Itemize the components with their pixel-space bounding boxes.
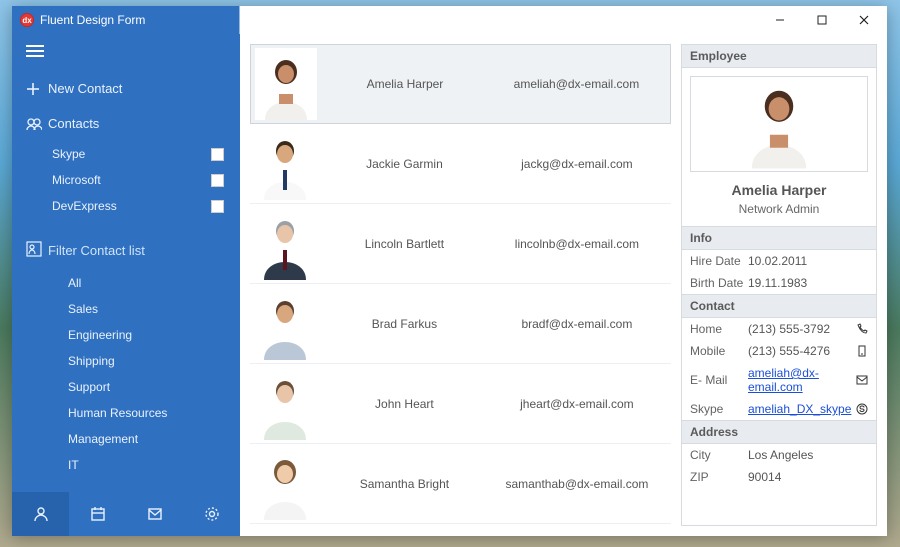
contact-name: Amelia Harper [327,77,483,91]
contact-row[interactable]: Lincoln Bartlett lincolnb@dx-email.com [250,204,671,284]
contact-row[interactable]: Jackie Garmin jackg@dx-email.com [250,124,671,204]
contact-name: Lincoln Bartlett [326,237,483,251]
phone-icon[interactable] [852,323,868,335]
detail-header-contact: Contact [682,294,876,318]
contact-name: John Heart [326,397,483,411]
email-link[interactable]: ameliah@dx-email.com [748,366,819,394]
nav-mail-button[interactable] [126,492,183,536]
mobile-value: (213) 555-4276 [748,344,852,358]
detail-header-address: Address [682,420,876,444]
email-label: E- Mail [690,373,748,387]
nav-calendar-button[interactable] [69,492,126,536]
mobile-icon[interactable] [852,345,868,357]
contact-name: Samantha Bright [326,477,483,491]
titlebar[interactable]: dx Fluent Design Form [12,6,887,34]
avatar [254,448,316,520]
contacts-label: Contacts [48,116,99,131]
sidebar-tag-devexpress[interactable]: DevExpress [12,193,240,219]
avatar [255,48,317,120]
sidebar-tag-label: Microsoft [52,173,101,187]
filter-item-support[interactable]: Support [12,374,240,400]
city-label: City [690,448,748,462]
mobile-label: Mobile [690,344,748,358]
hire-date-value: 10.02.2011 [748,254,868,268]
nav-settings-button[interactable] [183,492,240,536]
home-label: Home [690,322,748,336]
contact-email: jackg@dx-email.com [483,157,671,171]
plus-icon [26,82,48,96]
avatar [254,128,316,200]
birth-date-label: Birth Date [690,276,748,290]
window-minimize-button[interactable] [759,6,801,34]
contact-email: jheart@dx-email.com [483,397,671,411]
sidebar-tag-skype[interactable]: Skype [12,141,240,167]
window-close-button[interactable] [843,6,885,34]
checkbox[interactable] [211,174,224,187]
detail-role: Network Admin [682,202,876,216]
nav-contacts-button[interactable] [12,492,69,536]
skype-label: Skype [690,402,748,416]
mail-icon[interactable] [852,374,868,386]
hamburger-button[interactable] [12,34,240,71]
hamburger-icon [26,44,44,61]
sidebar-tag-label: Skype [52,147,85,161]
new-contact-label: New Contact [48,81,122,96]
contact-row[interactable]: John Heart jheart@dx-email.com [250,364,671,444]
detail-photo [690,76,868,172]
checkbox[interactable] [211,200,224,213]
contact-email: lincolnb@dx-email.com [483,237,671,251]
avatar [254,208,316,280]
contacts-icon [26,117,48,131]
detail-header-info: Info [682,226,876,250]
filter-section[interactable]: Filter Contact list [12,231,240,270]
contact-name: Jackie Garmin [326,157,483,171]
contact-row[interactable]: Samantha Bright samanthab@dx-email.com [250,444,671,524]
contacts-section[interactable]: Contacts [12,106,240,141]
city-value: Los Angeles [748,448,868,462]
filter-item-all[interactable]: All [12,270,240,296]
birth-date-value: 19.11.1983 [748,276,868,290]
filter-label: Filter Contact list [48,243,145,258]
contact-email: bradf@dx-email.com [483,317,671,331]
detail-name: Amelia Harper [682,182,876,198]
skype-link[interactable]: ameliah_DX_skype [748,402,851,416]
window-title: Fluent Design Form [40,13,145,27]
app-logo: dx [20,13,34,27]
zip-value: 90014 [748,470,868,484]
filter-item-engineering[interactable]: Engineering [12,322,240,348]
contact-name: Brad Farkus [326,317,483,331]
avatar [254,368,316,440]
checkbox[interactable] [211,148,224,161]
sidebar: New Contact Contacts Skype Microsoft DevEx… [12,34,240,536]
contact-email: samanthab@dx-email.com [483,477,671,491]
bottom-navbar [12,492,240,536]
contact-row[interactable]: Amelia Harper ameliah@dx-email.com [250,44,671,124]
contact-email: ameliah@dx-email.com [483,77,670,91]
app-window: dx Fluent Design Form New Contact Contac… [12,6,887,536]
contact-row[interactable]: Brad Farkus bradf@dx-email.com [250,284,671,364]
filter-icon [26,241,48,260]
detail-pane: Employee Amelia Harper Network Admin Inf… [681,44,877,526]
avatar [254,288,316,360]
filter-item-shipping[interactable]: Shipping [12,348,240,374]
new-contact-button[interactable]: New Contact [12,71,240,106]
zip-label: ZIP [690,470,748,484]
window-maximize-button[interactable] [801,6,843,34]
detail-header-employee: Employee [682,45,876,68]
sidebar-tag-label: DevExpress [52,199,117,213]
filter-item-it[interactable]: IT [12,452,240,478]
filter-item-human-resources[interactable]: Human Resources [12,400,240,426]
skype-icon[interactable] [852,403,868,415]
home-value: (213) 555-3792 [748,322,852,336]
hire-date-label: Hire Date [690,254,748,268]
filter-item-sales[interactable]: Sales [12,296,240,322]
sidebar-tag-microsoft[interactable]: Microsoft [12,167,240,193]
filter-item-management[interactable]: Management [12,426,240,452]
contact-list: Amelia Harper ameliah@dx-email.com Jacki… [240,34,677,536]
